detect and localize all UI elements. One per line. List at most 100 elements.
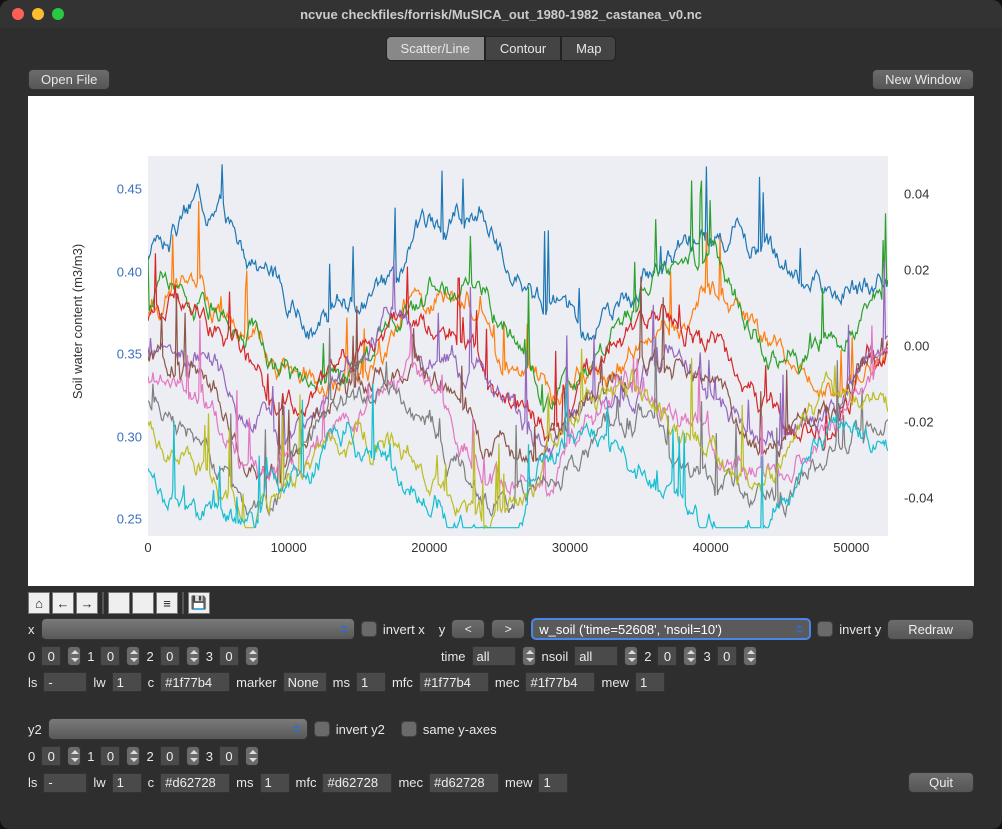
y2dim0-label: 0 [28, 749, 35, 764]
y2dim2-label: 2 [146, 749, 153, 764]
c2-input[interactable] [160, 773, 230, 793]
y2dim2-input[interactable] [160, 746, 180, 766]
ms2-input[interactable] [260, 773, 290, 793]
y2dim3-stepper[interactable] [245, 746, 259, 766]
y2dim0-input[interactable] [41, 746, 61, 766]
back-icon[interactable]: ← [52, 592, 74, 614]
ls-input[interactable] [43, 672, 87, 692]
lw-label: lw [93, 675, 105, 690]
y2-dims-row: 0 1 2 3 [28, 746, 974, 766]
style-y2-row: ls lw c ms mfc mec mew Quit [28, 772, 974, 793]
new-window-button[interactable]: New Window [872, 69, 974, 90]
pan-icon[interactable] [108, 592, 130, 614]
y2dim0-stepper[interactable] [67, 746, 81, 766]
ytime-label: time [441, 649, 466, 664]
series-line [148, 253, 888, 450]
plot-area[interactable] [148, 156, 888, 536]
xtick: 10000 [259, 540, 319, 555]
ynsoil-stepper[interactable] [624, 646, 638, 666]
plot-toolbar: ⌂ ← → ≡ 💾 [28, 592, 974, 614]
mew-input[interactable] [635, 672, 665, 692]
ydim3-input[interactable] [717, 646, 737, 666]
ynsoil-input[interactable] [574, 646, 618, 666]
c-input[interactable] [160, 672, 230, 692]
mec-input[interactable] [525, 672, 595, 692]
y-label: y [439, 622, 446, 637]
minimize-icon[interactable] [32, 8, 44, 20]
series-line [148, 164, 888, 340]
y-variable-select[interactable]: w_soil ('time=52608', 'nsoil=10') [531, 618, 811, 640]
toolbar-sep2 [182, 592, 184, 614]
y-prev-button[interactable]: < [451, 619, 485, 639]
ytime-stepper[interactable] [522, 646, 536, 666]
xdim3-input[interactable] [219, 646, 239, 666]
series-line [148, 181, 888, 413]
xdim3-stepper[interactable] [245, 646, 259, 666]
xdim2-stepper[interactable] [186, 646, 200, 666]
ydim2-label: 2 [644, 649, 651, 664]
tab-contour[interactable]: Contour [485, 36, 561, 61]
ytick-right: -0.04 [904, 491, 950, 506]
tab-map[interactable]: Map [561, 36, 616, 61]
dims-row: 0 1 2 3 time nsoil 2 3 [28, 646, 974, 666]
y-variable-value: w_soil ('time=52608', 'nsoil=10') [539, 622, 722, 637]
mode-tabs: Scatter/Line Contour Map [0, 28, 1002, 67]
style-y-row: ls lw c marker ms mfc mec mew [28, 672, 974, 692]
ydim2-input[interactable] [657, 646, 677, 666]
mfc2-input[interactable] [322, 773, 392, 793]
mew2-input[interactable] [538, 773, 568, 793]
ydim2-stepper[interactable] [683, 646, 697, 666]
xdim2-input[interactable] [160, 646, 180, 666]
quit-button[interactable]: Quit [908, 772, 974, 793]
xy-row: x invert x y < > w_soil ('time=52608', '… [28, 618, 974, 640]
window-controls [0, 8, 64, 20]
forward-icon[interactable]: → [76, 592, 98, 614]
chart-panel: Soil water content (m3/m3) 0.250.300.350… [28, 96, 974, 586]
invert-x-label: invert x [383, 622, 425, 637]
y-axis-label: Soil water content (m3/m3) [68, 96, 88, 546]
mfc-label: mfc [392, 675, 413, 690]
ls2-input[interactable] [43, 773, 87, 793]
configure-icon[interactable]: ≡ [156, 592, 178, 614]
toolbar-sep [102, 592, 104, 614]
y-next-button[interactable]: > [491, 619, 525, 639]
xdim0-input[interactable] [41, 646, 61, 666]
marker-input[interactable] [283, 672, 327, 692]
mec2-input[interactable] [429, 773, 499, 793]
redraw-button[interactable]: Redraw [887, 619, 974, 640]
x-variable-select[interactable] [41, 618, 355, 640]
ytick-left: 0.40 [98, 264, 142, 279]
lw-input[interactable] [112, 672, 142, 692]
mfc-input[interactable] [419, 672, 489, 692]
xdim0-label: 0 [28, 649, 35, 664]
lw2-input[interactable] [112, 773, 142, 793]
xdim1-stepper[interactable] [126, 646, 140, 666]
zoom-icon[interactable] [52, 8, 64, 20]
home-icon[interactable]: ⌂ [28, 592, 50, 614]
y2-row: y2 invert y2 same y-axes [28, 718, 974, 740]
invert-y2-checkbox[interactable] [314, 721, 330, 737]
y2dim2-stepper[interactable] [186, 746, 200, 766]
top-buttons: Open File New Window [0, 67, 1002, 96]
zoom-icon[interactable] [132, 592, 154, 614]
chart-lines [148, 156, 888, 536]
tab-scatter[interactable]: Scatter/Line [386, 36, 485, 61]
mec-label: mec [495, 675, 520, 690]
save-icon[interactable]: 💾 [188, 592, 210, 614]
y2dim1-input[interactable] [100, 746, 120, 766]
close-icon[interactable] [12, 8, 24, 20]
xtick: 20000 [399, 540, 459, 555]
invert-x-checkbox[interactable] [361, 621, 377, 637]
ydim3-stepper[interactable] [743, 646, 757, 666]
ytime-input[interactable] [472, 646, 516, 666]
xdim1-input[interactable] [100, 646, 120, 666]
open-file-button[interactable]: Open File [28, 69, 110, 90]
y2-variable-select[interactable] [48, 718, 308, 740]
xdim1-label: 1 [87, 649, 94, 664]
y2dim3-input[interactable] [219, 746, 239, 766]
same-y-axes-checkbox[interactable] [401, 721, 417, 737]
y2dim1-stepper[interactable] [126, 746, 140, 766]
xdim0-stepper[interactable] [67, 646, 81, 666]
ms-input[interactable] [356, 672, 386, 692]
invert-y-checkbox[interactable] [817, 621, 833, 637]
